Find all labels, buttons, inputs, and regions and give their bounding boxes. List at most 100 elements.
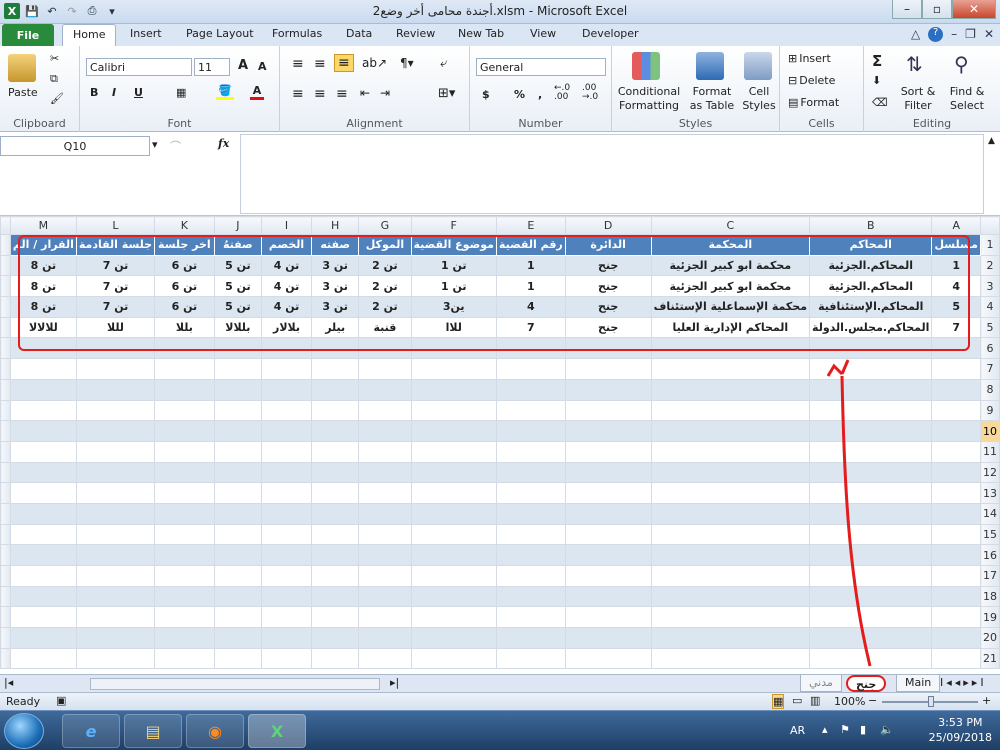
cell-j8[interactable] — [213, 378, 263, 401]
cell-a13[interactable] — [931, 482, 981, 504]
cell-m14[interactable] — [9, 502, 77, 525]
paste-button[interactable]: Paste — [8, 86, 38, 99]
zoom-level[interactable]: 100% — [834, 695, 865, 708]
cell-k13[interactable] — [154, 482, 215, 504]
cell-d8[interactable] — [564, 378, 652, 401]
cell-k7[interactable] — [154, 358, 215, 380]
zoom-slider-thumb[interactable] — [928, 696, 934, 707]
cell-k14[interactable] — [154, 502, 215, 525]
cell-l8[interactable] — [75, 378, 156, 401]
cell-d10[interactable] — [564, 420, 652, 442]
insert-function-button[interactable]: fx — [218, 137, 229, 150]
align-center-icon[interactable]: ≡ — [314, 86, 326, 102]
cell-h17[interactable] — [310, 565, 360, 587]
decrease-decimal-button[interactable]: .00 →.0 — [582, 84, 608, 102]
network-icon[interactable]: ▮ — [860, 723, 866, 736]
cell-h20[interactable] — [310, 627, 360, 649]
cell-f11[interactable] — [410, 440, 497, 463]
cell-k20[interactable] — [154, 627, 215, 649]
cell-d11[interactable] — [564, 440, 652, 463]
row-header-21[interactable]: 21 — [980, 647, 1000, 670]
cell-d20[interactable] — [564, 627, 652, 649]
cell-d19[interactable] — [564, 606, 652, 629]
formula-bar-expand-icon[interactable]: ▲ — [988, 136, 995, 146]
cell-m19[interactable] — [9, 606, 77, 629]
cell-h13[interactable] — [310, 482, 360, 504]
column-header-c[interactable]: C — [650, 216, 811, 235]
start-button-icon[interactable] — [4, 713, 44, 749]
cell-styles-icon[interactable] — [744, 52, 772, 80]
cell-c15[interactable] — [650, 523, 811, 546]
cell-m8[interactable] — [9, 378, 77, 401]
align-bottom-icon[interactable]: ≡ — [334, 54, 354, 72]
cell-l21[interactable] — [75, 647, 156, 670]
cell-d14[interactable] — [564, 502, 652, 525]
cell-k16[interactable] — [154, 544, 215, 566]
cell-g16[interactable] — [358, 544, 412, 566]
column-header-b[interactable]: B — [809, 216, 933, 235]
cell-c7[interactable] — [650, 358, 811, 380]
font-size-select[interactable]: 11 — [194, 58, 230, 76]
cell-d15[interactable] — [564, 523, 652, 546]
cell-i17[interactable] — [261, 565, 312, 587]
page-break-view-icon[interactable]: ▥ — [810, 694, 820, 707]
row-header-1[interactable]: 1 — [980, 234, 1000, 256]
cell-l10[interactable] — [75, 420, 156, 442]
insert-cells-button[interactable]: ⊞ Insert — [788, 52, 831, 65]
row-header-2[interactable]: 2 — [980, 254, 1000, 277]
sheet-tab-main[interactable]: Main — [896, 675, 941, 692]
cell-i16[interactable] — [261, 544, 312, 566]
format-as-table-button[interactable]: Format as Table — [684, 86, 740, 112]
cell-m9[interactable] — [9, 399, 77, 422]
cell-m7[interactable] — [9, 358, 77, 380]
cell-e9[interactable] — [495, 399, 566, 422]
cell-j19[interactable] — [213, 606, 263, 629]
cell-d21[interactable] — [564, 647, 652, 670]
percent-button[interactable]: % — [514, 88, 525, 101]
normal-view-icon[interactable]: ▦ — [772, 694, 785, 709]
cell-h10[interactable] — [310, 420, 360, 442]
align-right-icon[interactable]: ≡ — [336, 86, 348, 102]
cell-d18[interactable] — [564, 585, 652, 608]
close-button[interactable]: ✕ — [952, 0, 996, 19]
cell-j21[interactable] — [213, 647, 263, 670]
cell-j9[interactable] — [213, 399, 263, 422]
autosum-button[interactable]: Σ — [872, 52, 882, 70]
cell-l17[interactable] — [75, 565, 156, 587]
row-header-3[interactable]: 3 — [980, 275, 1000, 298]
cell-l19[interactable] — [75, 606, 156, 629]
underline-button[interactable]: U — [134, 86, 143, 99]
sheet-tab-misdemeanor[interactable]: جنح — [846, 675, 887, 692]
shrink-font-button[interactable]: A — [258, 60, 267, 73]
cell-g15[interactable] — [358, 523, 412, 546]
column-header-j[interactable]: J — [213, 216, 263, 235]
increase-indent-icon[interactable]: ⇥ — [380, 86, 390, 100]
restore-button[interactable]: ▫ — [922, 0, 952, 19]
cell-e12[interactable] — [495, 461, 566, 484]
cell-m11[interactable] — [9, 440, 77, 463]
cell-e16[interactable] — [495, 544, 566, 566]
cell-k11[interactable] — [154, 440, 215, 463]
cell-h9[interactable] — [310, 399, 360, 422]
cell-g14[interactable] — [358, 502, 412, 525]
cell-g11[interactable] — [358, 440, 412, 463]
cell-i9[interactable] — [261, 399, 312, 422]
cell-j16[interactable] — [213, 544, 263, 566]
cell-a8[interactable] — [931, 378, 981, 401]
cell-m21[interactable] — [9, 647, 77, 670]
cell-g10[interactable] — [358, 420, 412, 442]
tab-formulas[interactable]: Formulas — [270, 27, 324, 40]
hscroll-left-icon[interactable]: ▸| — [390, 676, 399, 689]
cell-j17[interactable] — [213, 565, 263, 587]
comma-button[interactable]: , — [538, 88, 542, 101]
column-header-f[interactable]: F — [410, 216, 497, 235]
cell-c9[interactable] — [650, 399, 811, 422]
cell-k12[interactable] — [154, 461, 215, 484]
cell-f19[interactable] — [410, 606, 497, 629]
cell-m13[interactable] — [9, 482, 77, 504]
column-header-l[interactable]: L — [75, 216, 156, 235]
cell-styles-button[interactable]: Cell Styles — [740, 86, 778, 112]
workbook-restore-icon[interactable]: ❐ — [965, 27, 976, 42]
row-header-6[interactable]: 6 — [980, 337, 1000, 360]
row-header-13[interactable]: 13 — [980, 482, 1000, 504]
